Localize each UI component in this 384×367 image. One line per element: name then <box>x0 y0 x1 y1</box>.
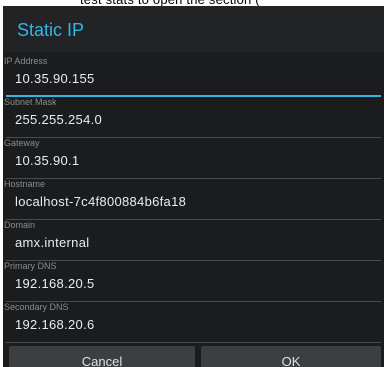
static-ip-dialog: Static IP IP Address 10.35.90.155 Subnet… <box>3 6 384 367</box>
secondary-dns-field[interactable]: Secondary DNS 192.168.20.6 <box>3 302 384 343</box>
gateway-field[interactable]: Gateway 10.35.90.1 <box>3 138 384 179</box>
secondary-dns-input[interactable]: 192.168.20.6 <box>15 317 95 332</box>
domain-field[interactable]: Domain amx.internal <box>3 220 384 261</box>
gateway-label: Gateway <box>4 138 40 148</box>
ip-address-input[interactable]: 10.35.90.155 <box>15 71 95 86</box>
domain-label: Domain <box>4 220 36 230</box>
subnet-mask-field[interactable]: Subnet Mask 255.255.254.0 <box>3 97 384 138</box>
gateway-input[interactable]: 10.35.90.1 <box>15 153 79 168</box>
ok-button[interactable]: OK <box>201 346 381 367</box>
hostname-label: Hostname <box>4 179 46 189</box>
primary-dns-input[interactable]: 192.168.20.5 <box>15 276 95 291</box>
subnet-mask-label: Subnet Mask <box>4 97 57 107</box>
dialog-title-bar: Static IP <box>3 6 384 52</box>
subnet-mask-input[interactable]: 255.255.254.0 <box>15 112 102 127</box>
ip-address-label: IP Address <box>4 56 48 66</box>
secondary-dns-label: Secondary DNS <box>4 302 69 312</box>
dialog-title: Static IP <box>17 20 85 40</box>
secondary-dns-underline <box>6 342 381 343</box>
primary-dns-field[interactable]: Primary DNS 192.168.20.5 <box>3 261 384 302</box>
cancel-button[interactable]: Cancel <box>9 346 195 367</box>
hostname-field[interactable]: Hostname localhost-7c4f800884b6fa18 <box>3 179 384 220</box>
hostname-input[interactable]: localhost-7c4f800884b6fa18 <box>15 194 186 209</box>
domain-input[interactable]: amx.internal <box>15 235 89 250</box>
primary-dns-label: Primary DNS <box>4 261 57 271</box>
ip-address-field[interactable]: IP Address 10.35.90.155 <box>3 56 384 97</box>
